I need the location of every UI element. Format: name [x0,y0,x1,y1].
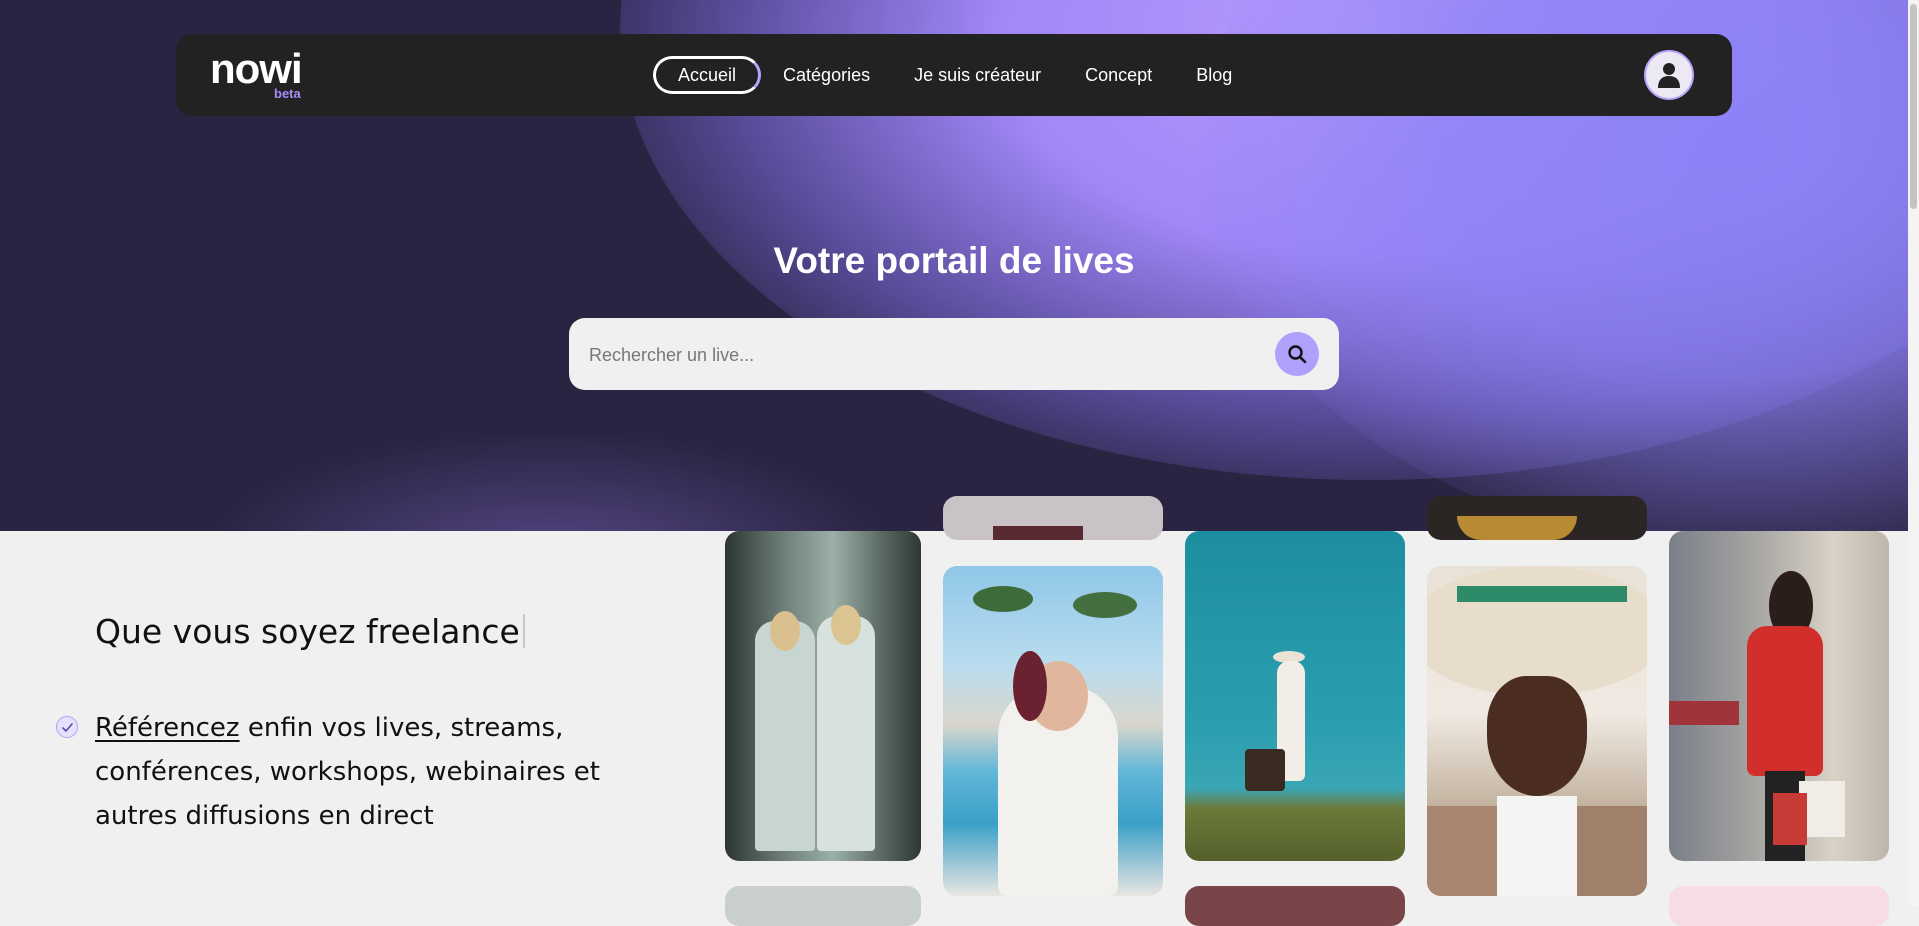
photo-suitcase [1245,749,1285,791]
photo-hat-band [1457,586,1627,602]
brand-tag: beta [274,86,301,101]
photo-figure [817,616,875,851]
photo-detail [993,526,1083,540]
photo-shopping-bag [1773,793,1807,845]
tagline-text: Que vous soyez freelance [95,612,520,651]
typing-caret [522,614,525,648]
nav-item-concept[interactable]: Concept [1063,57,1174,93]
photo-shirt [1497,796,1577,896]
photo-face [1487,676,1587,796]
search-input[interactable] [587,336,1231,374]
live-thumbnail-red-coat[interactable] [1669,531,1889,861]
scrollbar-thumb[interactable] [1910,4,1917,209]
reference-link[interactable]: Référencez [95,713,240,743]
photo-detail [1457,516,1577,540]
feature-text: Référencez enfin vos lives, streams, con… [95,706,655,838]
live-thumbnail-partial[interactable] [943,496,1163,540]
live-thumbnail-partial[interactable] [725,886,921,926]
photo-palm [973,586,1033,612]
nav-item-accueil[interactable]: Accueil [653,56,762,94]
live-thumbnail-duo-suits[interactable] [725,531,921,861]
account-button[interactable] [1644,50,1694,100]
photo-hair [831,605,861,645]
search-button[interactable] [1275,332,1319,376]
check-badge [56,716,78,738]
check-icon [62,723,73,732]
page-scrollbar[interactable] [1908,0,1919,906]
photo-hair [770,611,800,651]
hero-title: Votre portail de lives [773,240,1135,281]
live-thumbnail-suitcase-woman[interactable] [1185,531,1405,861]
live-thumbnail-partial[interactable] [1427,496,1647,540]
live-thumbnail-hat-portrait[interactable] [1427,566,1647,896]
photo-hair [1013,651,1047,721]
user-icon [1658,63,1680,88]
search-bar [569,318,1339,390]
photo-figure [755,621,815,851]
brand-logo[interactable]: nowi beta [210,46,320,106]
photo-coat [1747,626,1823,776]
live-thumbnail-partial[interactable] [1185,886,1405,926]
nav-item-je-suis-createur[interactable]: Je suis créateur [892,57,1063,93]
live-thumbnail-pool-portrait[interactable] [943,566,1163,896]
hero-gradient-glow-bottom [200,430,900,531]
typing-tagline: Que vous soyez freelance [95,612,525,651]
photo-palm [1073,592,1137,618]
nav-item-blog[interactable]: Blog [1174,57,1254,93]
photo-awning [1669,701,1739,725]
live-thumbnail-partial[interactable] [1669,886,1889,926]
photo-jacket [1427,806,1497,896]
nav-item-categories[interactable]: Catégories [761,57,892,93]
search-icon [1288,345,1307,364]
main-nav: Accueil Catégories Je suis créateur Conc… [653,56,1254,94]
photo-jacket [1577,806,1647,896]
